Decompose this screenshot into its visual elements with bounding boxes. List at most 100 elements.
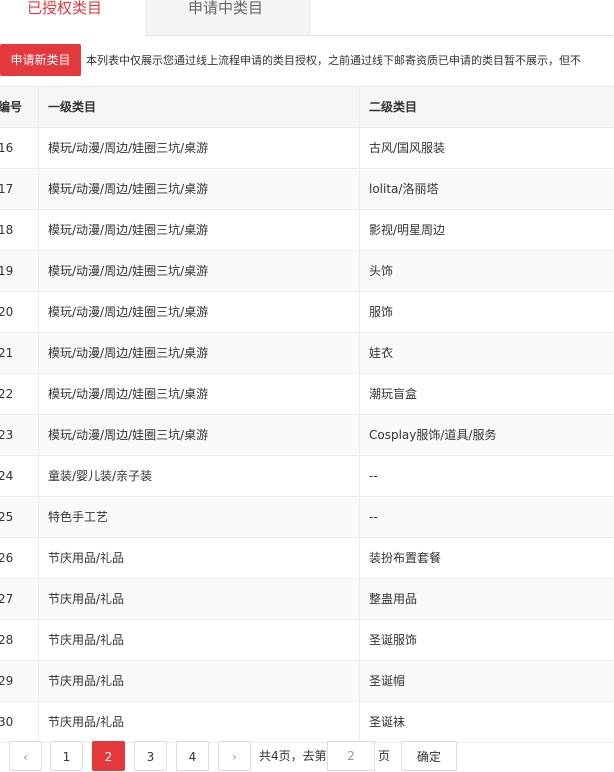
row-level2-category: 潮玩盲盒 [369, 387, 418, 401]
active-tab-indicator [0, 34, 146, 36]
table-row: 25 特色手工艺 -- [0, 497, 614, 538]
tab-authorized-categories[interactable]: 已授权类目 [0, 0, 146, 36]
row-level2-category: 装扮布置套餐 [369, 551, 442, 565]
next-page-button[interactable]: › [218, 741, 251, 771]
row-number: 28 [0, 633, 14, 647]
column-divider [38, 87, 39, 127]
row-level2-category: 整蛊用品 [369, 592, 418, 606]
row-level1-category: 模玩/动漫/周边/娃圈三坑/桌游 [48, 182, 209, 196]
chevron-left-icon: ‹ [23, 750, 28, 764]
column-divider [359, 456, 360, 496]
column-divider [38, 661, 39, 701]
column-divider [38, 251, 39, 291]
column-header-number: 编号 [0, 100, 23, 114]
column-divider [359, 415, 360, 455]
row-level2-category: Cosplay服饰/道具/服务 [369, 428, 497, 442]
row-number: 29 [0, 674, 14, 688]
table-row: 29 节庆用品/礼品 圣诞帽 [0, 661, 614, 702]
table-row: 26 节庆用品/礼品 装扮布置套餐 [0, 538, 614, 579]
table-row: 28 节庆用品/礼品 圣诞服饰 [0, 620, 614, 661]
row-level2-category: 影视/明星周边 [369, 223, 446, 237]
table-row: 27 节庆用品/礼品 整蛊用品 [0, 579, 614, 620]
apply-new-category-button[interactable]: 申请新类目 [0, 44, 81, 76]
goto-page-input[interactable] [327, 741, 375, 771]
apply-row: 申请新类目 本列表中仅展示您通过线上流程申请的类目授权，之前通过线下邮寄资质已申… [0, 44, 614, 76]
column-header-level1: 一级类目 [48, 100, 97, 114]
column-divider [38, 579, 39, 619]
row-number: 30 [0, 715, 14, 729]
column-divider [38, 210, 39, 250]
page-button-3[interactable]: 3 [134, 741, 167, 771]
row-level1-category: 模玩/动漫/周边/娃圈三坑/桌游 [48, 141, 209, 155]
column-divider [359, 620, 360, 660]
row-level1-category: 特色手工艺 [48, 510, 109, 524]
column-divider [359, 210, 360, 250]
notice-text: 本列表中仅展示您通过线上流程申请的类目授权，之前通过线下邮寄资质已申请的类目暂不… [86, 54, 581, 67]
column-divider [38, 702, 39, 742]
prev-page-button[interactable]: ‹ [9, 741, 42, 771]
row-number: 26 [0, 551, 14, 565]
tab-pending-categories[interactable]: 申请中类目 [146, 0, 310, 35]
column-divider [38, 292, 39, 332]
row-number: 17 [0, 182, 14, 196]
total-pages-text: 共4页，去第 [259, 749, 327, 763]
row-level1-category: 童装/婴儿装/亲子装 [48, 469, 153, 483]
table-row: 23 模玩/动漫/周边/娃圈三坑/桌游 Cosplay服饰/道具/服务 [0, 415, 614, 456]
column-divider [359, 333, 360, 373]
column-divider [38, 169, 39, 209]
chevron-right-icon: › [232, 750, 237, 764]
row-level1-category: 节庆用品/礼品 [48, 592, 125, 606]
row-number: 23 [0, 428, 14, 442]
table-row: 17 模玩/动漫/周边/娃圈三坑/桌游 lolita/洛丽塔 [0, 169, 614, 210]
row-level1-category: 模玩/动漫/周边/娃圈三坑/桌游 [48, 428, 209, 442]
column-header-level2: 二级类目 [369, 100, 418, 114]
row-level1-category: 模玩/动漫/周边/娃圈三坑/桌游 [48, 223, 209, 237]
table-body: 16 模玩/动漫/周边/娃圈三坑/桌游 古风/国风服装 17 模玩/动漫/周边/娃圈三坑… [0, 128, 614, 743]
row-number: 27 [0, 592, 14, 606]
column-divider [359, 579, 360, 619]
row-number: 25 [0, 510, 14, 524]
column-divider [359, 702, 360, 742]
tab-authorized-label: 已授权类目 [27, 0, 103, 17]
column-divider [359, 374, 360, 414]
column-divider [38, 128, 39, 168]
column-divider [359, 292, 360, 332]
row-level2-category: -- [369, 469, 378, 483]
page-button-1[interactable]: 1 [50, 741, 83, 771]
table-row: 20 模玩/动漫/周边/娃圈三坑/桌游 服饰 [0, 292, 614, 333]
row-level2-category: 圣诞服饰 [369, 633, 418, 647]
row-level2-category: lolita/洛丽塔 [369, 182, 439, 196]
page-button-2[interactable]: 2 [92, 741, 125, 771]
row-level2-category: 圣诞袜 [369, 715, 406, 729]
tab-pending-label: 申请中类目 [188, 0, 264, 17]
column-divider [359, 538, 360, 578]
row-level1-category: 节庆用品/礼品 [48, 551, 125, 565]
column-divider [38, 456, 39, 496]
row-level2-category: -- [369, 510, 378, 524]
row-number: 21 [0, 346, 14, 360]
page-button-4[interactable]: 4 [176, 741, 209, 771]
column-divider [38, 333, 39, 373]
table-row: 22 模玩/动漫/周边/娃圈三坑/桌游 潮玩盲盒 [0, 374, 614, 415]
row-level1-category: 节庆用品/礼品 [48, 633, 125, 647]
row-level2-category: 服饰 [369, 305, 394, 319]
category-table: 编号 一级类目 二级类目 16 模玩/动漫/周边/娃圈三坑/桌游 古风/国风服装 17… [0, 86, 614, 743]
table-row: 16 模玩/动漫/周边/娃圈三坑/桌游 古风/国风服装 [0, 128, 614, 169]
table-row: 19 模玩/动漫/周边/娃圈三坑/桌游 头饰 [0, 251, 614, 292]
row-level2-category: 娃衣 [369, 346, 394, 360]
table-row: 24 童装/婴儿装/亲子装 -- [0, 456, 614, 497]
confirm-goto-button[interactable]: 确定 [401, 741, 457, 771]
category-tabs: 已授权类目 申请中类目 [0, 0, 614, 36]
column-divider [359, 169, 360, 209]
row-level1-category: 模玩/动漫/周边/娃圈三坑/桌游 [48, 264, 209, 278]
row-number: 24 [0, 469, 14, 483]
row-number: 22 [0, 387, 14, 401]
pagination: ‹ 1 2 3 4 › 共4页，去第 页 确定 [0, 741, 614, 771]
column-divider [38, 415, 39, 455]
row-level2-category: 古风/国风服装 [369, 141, 446, 155]
column-divider [359, 87, 360, 127]
row-level1-category: 模玩/动漫/周边/娃圈三坑/桌游 [48, 305, 209, 319]
column-divider [38, 497, 39, 537]
table-header: 编号 一级类目 二级类目 [0, 86, 614, 128]
column-divider [359, 128, 360, 168]
